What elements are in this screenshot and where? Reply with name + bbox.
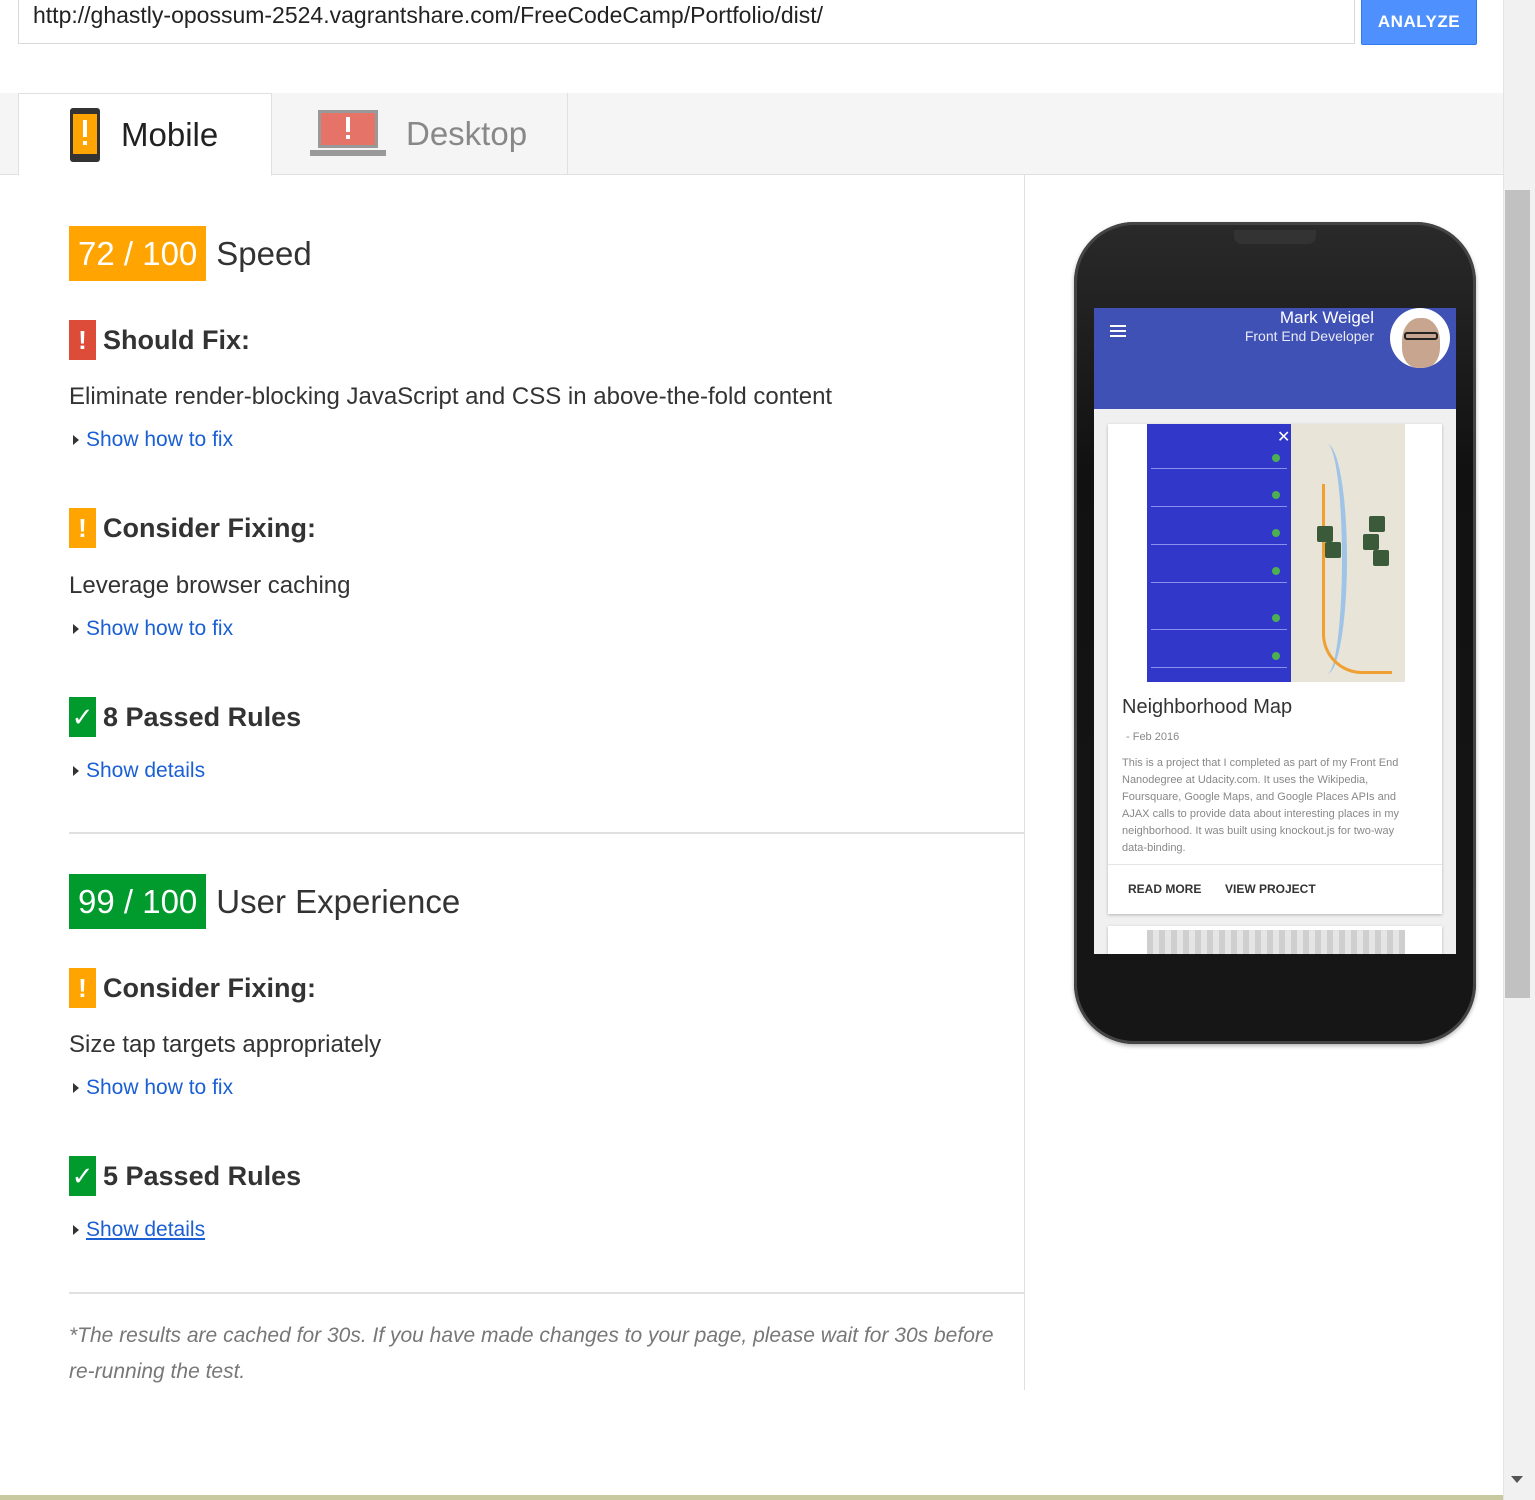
rule-render-blocking: Eliminate render-blocking JavaScript and… [69,383,833,410]
exclamation-icon: ! [69,968,96,1008]
status-dot-icon [1272,454,1280,462]
scrollbar-thumb[interactable] [1505,190,1530,998]
cache-footnote: *The results are cached for 30s. If you … [69,1324,994,1383]
list-divider [1151,629,1287,630]
tab-desktop[interactable]: Desktop [272,93,568,175]
project-card: ✕ Neighborhood Map - Feb 2016 This is a … [1108,424,1442,914]
ux-passed-heading: ✓ 5 Passed Rules [69,1156,301,1196]
section-divider [69,1292,1025,1294]
checkmark-icon: ✓ [69,1156,96,1196]
expand-triangle-icon [73,1225,79,1235]
window-bottom-edge [0,1495,1503,1500]
ux-score-row: 99 / 100 User Experience [69,874,460,929]
map-marker-icon [1373,550,1389,566]
status-dot-icon [1272,491,1280,499]
consider-fixing-title: Consider Fixing: [103,972,317,1003]
show-how-to-fix-link[interactable]: Show how to fix [69,428,233,452]
next-project-screenshot [1147,930,1405,954]
speed-title: Speed [216,234,312,272]
passed-rules-title: 5 Passed Rules [103,1160,302,1191]
mobile-preview-screen: Mark Weigel Front End Developer ✕ Neighb… [1094,308,1456,954]
speed-score-row: 72 / 100 Speed [69,226,312,281]
view-project-button: VIEW PROJECT [1225,882,1316,896]
expand-triangle-icon [73,766,79,776]
read-more-button: READ MORE [1128,882,1202,896]
list-divider [1151,582,1287,583]
hamburger-menu-icon [1110,325,1126,337]
ux-score-badge: 99 / 100 [69,874,207,929]
device-tabs: Mobile Desktop [0,93,1503,176]
exclamation-icon: ! [69,508,96,548]
speed-passed-heading: ✓ 8 Passed Rules [69,697,301,737]
list-divider [1151,506,1287,507]
show-details-label[interactable]: Show details [86,1218,205,1242]
show-details-link[interactable]: Show details [69,759,205,783]
show-how-to-fix-label[interactable]: Show how to fix [86,428,233,452]
expand-triangle-icon [73,435,79,445]
avatar-face [1402,318,1440,368]
tab-desktop-label: Desktop [406,115,528,152]
mobile-warning-icon [70,107,100,162]
show-how-to-fix-label[interactable]: Show how to fix [86,617,233,641]
speed-score-badge: 72 / 100 [69,226,207,281]
card-title: Neighborhood Map [1122,696,1293,718]
speed-should-fix-heading: ! Should Fix: [69,320,250,360]
rule-tap-targets: Size tap targets appropriately [69,1031,382,1058]
mobile-preview-phone: Mark Weigel Front End Developer ✕ Neighb… [1074,222,1476,1044]
map-route [1322,484,1392,674]
analyze-button[interactable]: ANALYZE [1361,0,1477,45]
list-divider [1151,544,1287,545]
card-date: - Feb 2016 [1126,731,1180,743]
preview-header: Mark Weigel Front End Developer [1094,308,1456,409]
desktop-warning-icon [310,110,386,156]
show-details-link[interactable]: Show details [69,1218,205,1242]
map-marker-icon [1363,534,1379,550]
exclamation-icon: ! [69,320,96,360]
tab-mobile[interactable]: Mobile [18,93,272,176]
rule-browser-caching: Leverage browser caching [69,572,351,599]
url-input[interactable]: http://ghastly-opossum-2524.vagrantshare… [18,0,1355,44]
phone-speaker [1234,230,1316,244]
panel-divider [1024,175,1025,1390]
status-dot-icon [1272,529,1280,537]
passed-rules-title: 8 Passed Rules [103,701,302,732]
scroll-down-arrow-icon[interactable] [1511,1476,1523,1483]
card-description: This is a project that I completed as pa… [1122,757,1399,854]
map-marker-icon [1317,526,1333,542]
tab-mobile-label: Mobile [121,115,219,153]
status-dot-icon [1272,567,1280,575]
map-marker-icon [1369,516,1385,532]
next-project-card [1108,926,1442,954]
preview-name: Mark Weigel [1279,308,1374,327]
card-actions: READ MORE VIEW PROJECT [1108,864,1442,914]
preview-role: Front End Developer [1244,328,1374,344]
should-fix-title: Should Fix: [103,324,250,355]
avatar [1390,308,1450,368]
avatar-glasses [1404,332,1438,340]
show-details-label[interactable]: Show details [86,759,205,783]
expand-triangle-icon [73,1083,79,1093]
status-dot-icon [1272,652,1280,660]
consider-fixing-title: Consider Fixing: [103,512,317,543]
map-marker-icon [1325,542,1341,558]
ux-title: User Experience [216,882,461,920]
ux-consider-fixing-heading: ! Consider Fixing: [69,968,316,1008]
status-dot-icon [1272,614,1280,622]
show-how-to-fix-link[interactable]: Show how to fix [69,617,233,641]
section-divider [69,832,1025,834]
expand-triangle-icon [73,624,79,634]
close-icon: ✕ [1277,429,1291,446]
checkmark-icon: ✓ [69,697,96,737]
speed-consider-fixing-heading: ! Consider Fixing: [69,508,316,548]
show-how-to-fix-label[interactable]: Show how to fix [86,1076,233,1100]
list-divider [1151,667,1287,668]
project-screenshot: ✕ [1147,424,1405,682]
list-divider [1151,468,1287,469]
show-how-to-fix-link[interactable]: Show how to fix [69,1076,233,1100]
map-places-list: ✕ [1147,424,1291,682]
